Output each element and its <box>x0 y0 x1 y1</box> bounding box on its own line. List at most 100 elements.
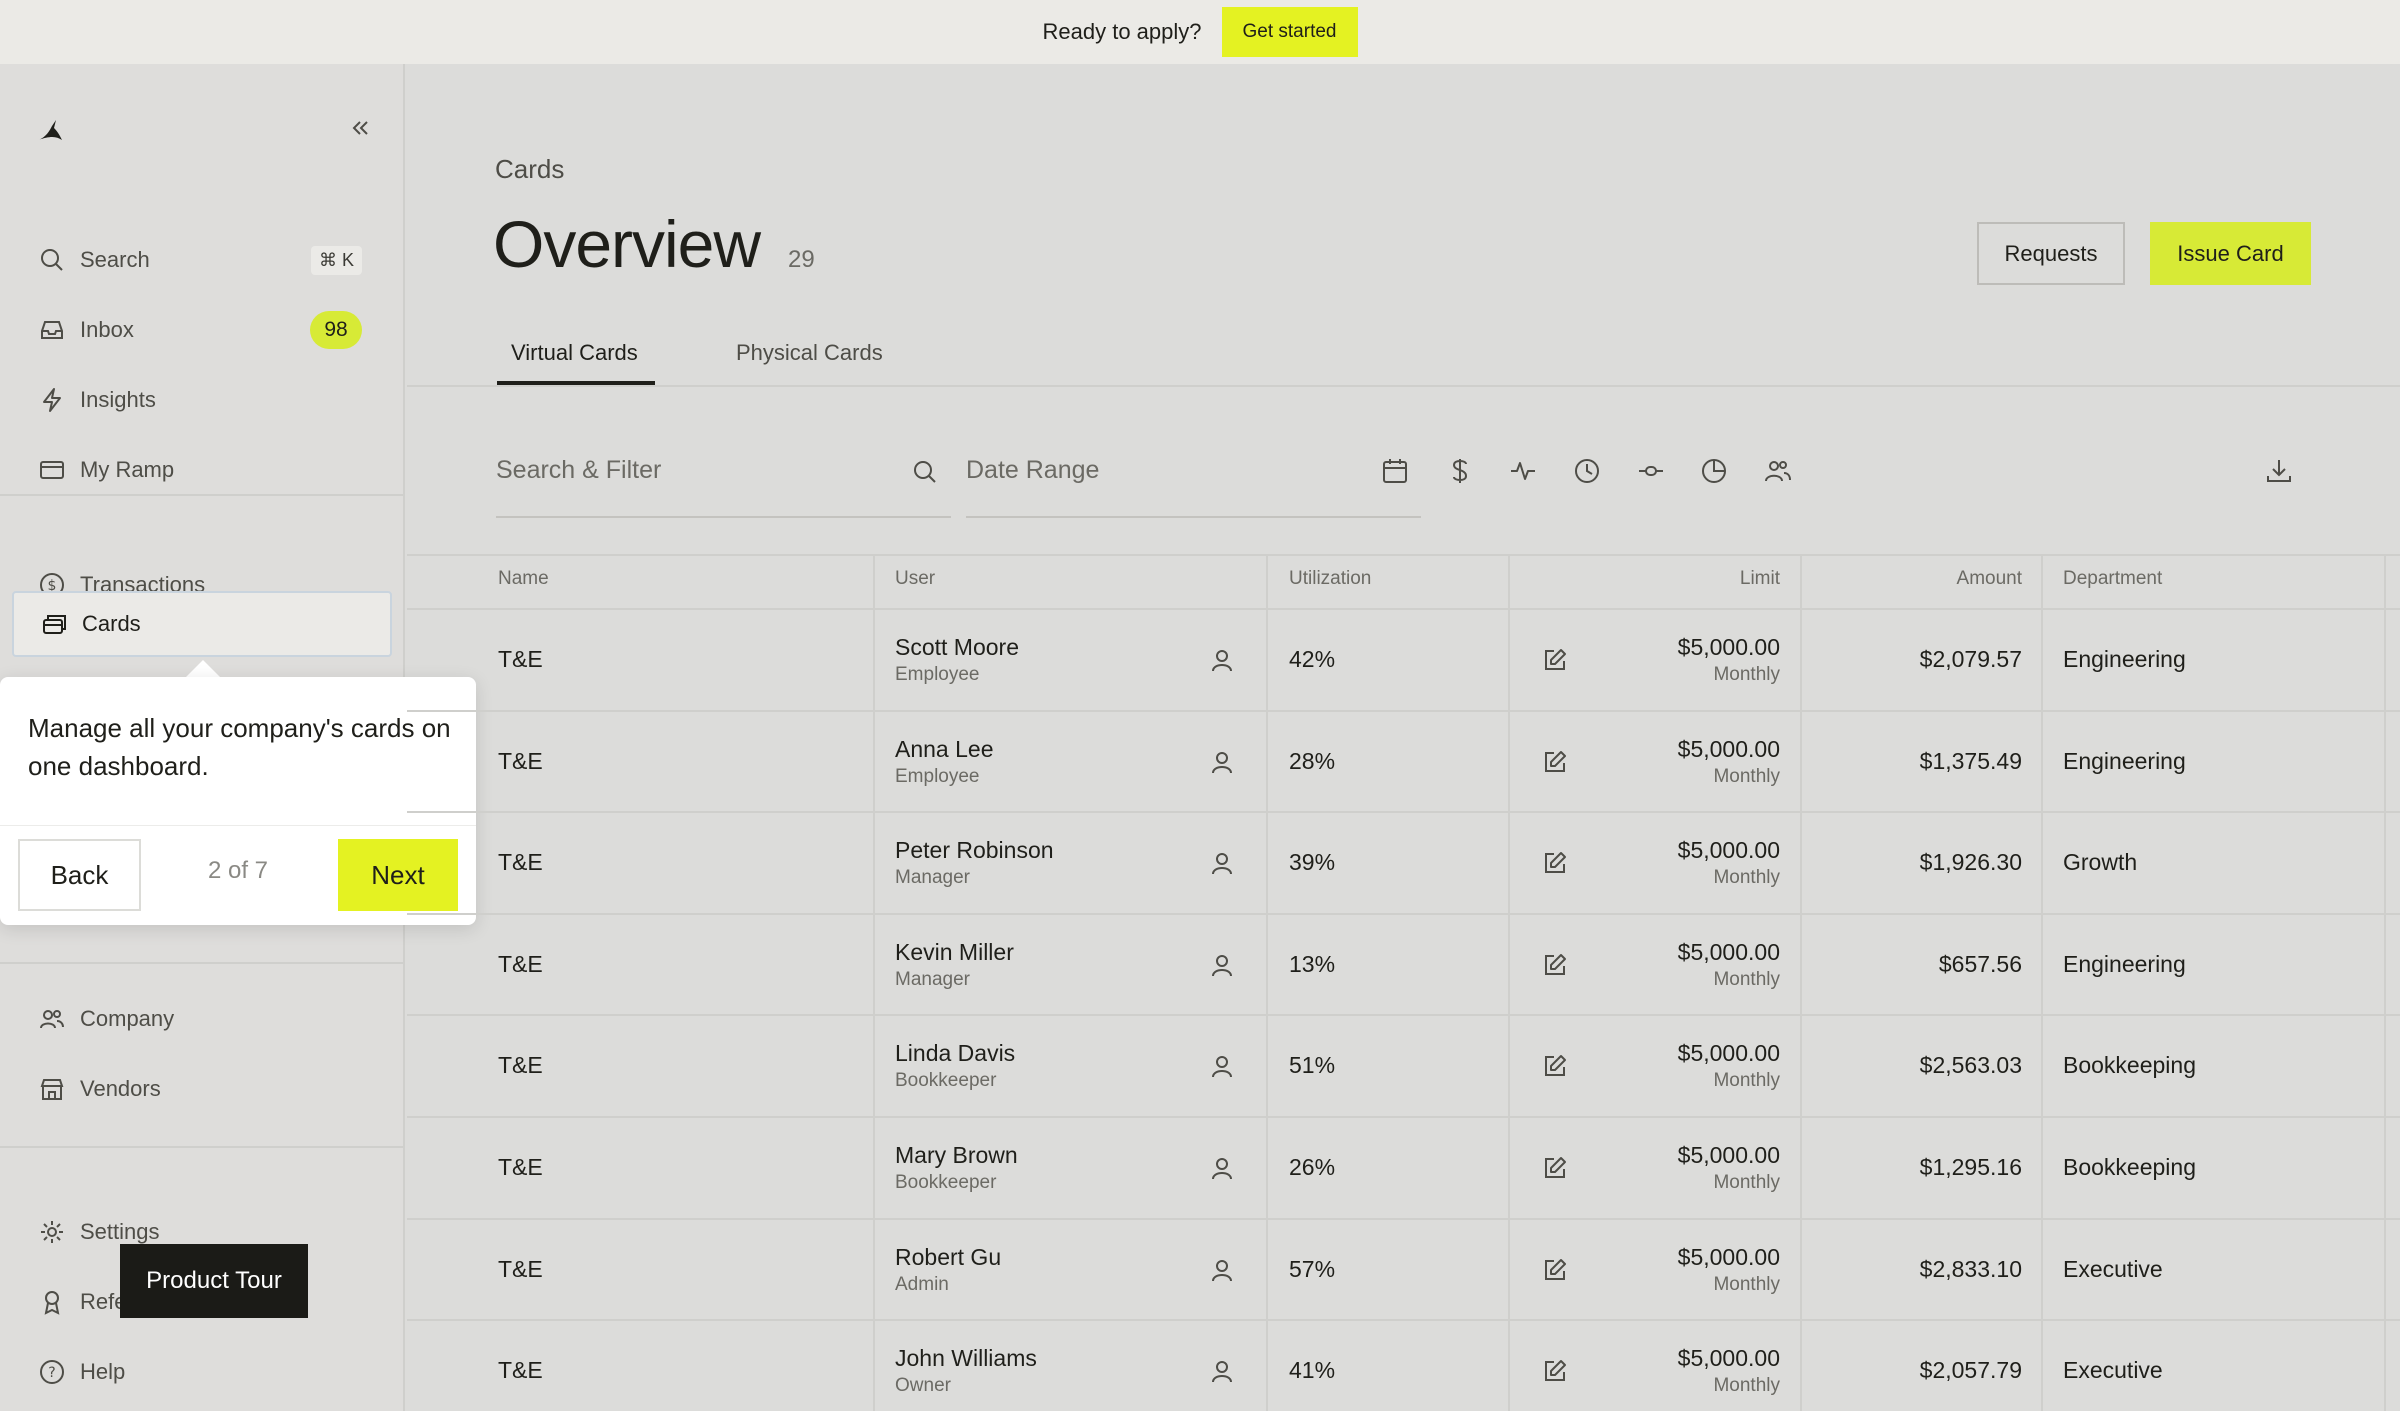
product-tour-button[interactable]: Product Tour <box>120 1244 308 1318</box>
edit-limit-icon[interactable] <box>1541 1052 1569 1080</box>
card-name[interactable]: T&E <box>498 1154 543 1181</box>
calendar-icon[interactable] <box>1380 456 1410 486</box>
slider-icon[interactable] <box>1636 456 1666 486</box>
user-name[interactable]: Scott Moore <box>895 634 1019 661</box>
sidebar-item-cards[interactable]: Cards <box>12 591 392 657</box>
download-icon[interactable] <box>2264 456 2294 486</box>
tour-back-button[interactable]: Back <box>18 839 141 911</box>
column-header-name[interactable]: Name <box>498 568 549 590</box>
user-icon[interactable] <box>1208 1357 1236 1385</box>
user-icon[interactable] <box>1208 1154 1236 1182</box>
sidebar-item-search[interactable]: Search ⌘ K <box>12 228 392 292</box>
department-value[interactable]: Engineering <box>2063 951 2186 978</box>
requests-button[interactable]: Requests <box>1977 222 2125 285</box>
activity-icon[interactable] <box>1508 456 1538 486</box>
amount-value: $1,375.49 <box>1919 748 2022 774</box>
dollar-icon[interactable] <box>1445 456 1475 486</box>
tour-next-button[interactable]: Next <box>338 839 458 911</box>
sidebar-item-insights[interactable]: Insights <box>12 368 392 432</box>
limit-period: Monthly <box>1713 766 1780 787</box>
limit-period: Monthly <box>1713 1070 1780 1091</box>
breadcrumb[interactable]: Cards <box>495 154 564 185</box>
card-name[interactable]: T&E <box>498 748 543 775</box>
card-name[interactable]: T&E <box>498 1357 543 1384</box>
sidebar-item-label: Company <box>80 1006 175 1031</box>
edit-limit-icon[interactable] <box>1541 1256 1569 1284</box>
limit-period: Monthly <box>1713 1375 1780 1396</box>
sidebar-item-vendors[interactable]: Vendors <box>12 1057 392 1121</box>
row-divider <box>407 913 2400 915</box>
user-name[interactable]: John Williams <box>895 1345 1037 1372</box>
department-value[interactable]: Growth <box>2063 849 2137 876</box>
card-name[interactable]: T&E <box>498 646 543 673</box>
column-header-department[interactable]: Department <box>2063 568 2162 590</box>
collapse-sidebar-icon[interactable] <box>346 114 374 142</box>
user-name[interactable]: Mary Brown <box>895 1142 1018 1169</box>
search-icon <box>914 461 936 483</box>
clock-icon[interactable] <box>1572 456 1602 486</box>
sidebar-item-inbox[interactable]: Inbox 98 <box>12 298 392 362</box>
user-icon[interactable] <box>1208 646 1236 674</box>
get-started-button[interactable]: Get started <box>1221 7 1358 57</box>
user-name[interactable]: Kevin Miller <box>895 939 1014 966</box>
issue-card-button[interactable]: Issue Card <box>2150 222 2311 285</box>
user-name[interactable]: Robert Gu <box>895 1244 1001 1271</box>
column-header-utilization[interactable]: Utilization <box>1289 568 1371 590</box>
card-name[interactable]: T&E <box>498 849 543 876</box>
svg-text:?: ? <box>48 1365 55 1381</box>
row-divider <box>407 1116 2400 1118</box>
department-value[interactable]: Bookkeeping <box>2063 1052 2196 1079</box>
tabs-divider <box>407 385 2400 387</box>
sidebar-item-company[interactable]: Company <box>12 987 392 1051</box>
column-divider <box>1508 556 1510 1411</box>
tab-physical-cards[interactable]: Physical Cards <box>736 340 883 366</box>
sidebar-item-my-ramp[interactable]: My Ramp <box>12 438 392 502</box>
card-name[interactable]: T&E <box>498 1052 543 1079</box>
column-divider <box>2041 556 2043 1411</box>
limit-value: $5,000.00 <box>1677 1142 1780 1168</box>
tab-virtual-cards[interactable]: Virtual Cards <box>511 340 638 366</box>
edit-limit-icon[interactable] <box>1541 1357 1569 1385</box>
column-divider <box>2384 556 2386 1411</box>
card-count: 29 <box>788 246 815 273</box>
column-header-limit[interactable]: Limit <box>1700 568 1780 590</box>
edit-limit-icon[interactable] <box>1541 646 1569 674</box>
edit-limit-icon[interactable] <box>1541 748 1569 776</box>
users-icon[interactable] <box>1763 456 1793 486</box>
limit-period: Monthly <box>1713 969 1780 990</box>
edit-limit-icon[interactable] <box>1541 1154 1569 1182</box>
limit-value: $5,000.00 <box>1677 1244 1780 1270</box>
user-name[interactable]: Linda Davis <box>895 1040 1015 1067</box>
department-value[interactable]: Executive <box>2063 1357 2163 1384</box>
user-name[interactable]: Peter Robinson <box>895 837 1054 864</box>
user-name[interactable]: Anna Lee <box>895 736 993 763</box>
user-icon[interactable] <box>1208 849 1236 877</box>
sidebar-item-label: Inbox <box>80 317 134 342</box>
sidebar-item-help[interactable]: ? Help <box>12 1340 392 1404</box>
edit-limit-icon[interactable] <box>1541 849 1569 877</box>
department-value[interactable]: Engineering <box>2063 748 2186 775</box>
department-value[interactable]: Bookkeeping <box>2063 1154 2196 1181</box>
user-icon[interactable] <box>1208 951 1236 979</box>
date-range-input[interactable]: Date Range <box>966 440 1421 518</box>
user-icon[interactable] <box>1208 748 1236 776</box>
edit-limit-icon[interactable] <box>1541 951 1569 979</box>
amount-value: $1,295.16 <box>1919 1154 2022 1180</box>
department-value[interactable]: Executive <box>2063 1256 2163 1283</box>
user-role: Owner <box>895 1375 951 1396</box>
card-name[interactable]: T&E <box>498 1256 543 1283</box>
department-value[interactable]: Engineering <box>2063 646 2186 673</box>
row-divider <box>407 1014 2400 1016</box>
amount-value: $657.56 <box>1938 951 2022 977</box>
card-name[interactable]: T&E <box>498 951 543 978</box>
search-filter-input[interactable]: Search & Filter <box>496 440 951 518</box>
column-divider <box>1266 556 1268 1411</box>
column-header-amount[interactable]: Amount <box>1900 568 2022 590</box>
column-header-user[interactable]: User <box>895 568 935 590</box>
user-icon[interactable] <box>1208 1052 1236 1080</box>
column-divider <box>1800 556 1802 1411</box>
amount-value: $2,563.03 <box>1919 1052 2022 1078</box>
sidebar-item-label: Insights <box>80 387 156 412</box>
pie-chart-icon[interactable] <box>1699 456 1729 486</box>
user-icon[interactable] <box>1208 1256 1236 1284</box>
